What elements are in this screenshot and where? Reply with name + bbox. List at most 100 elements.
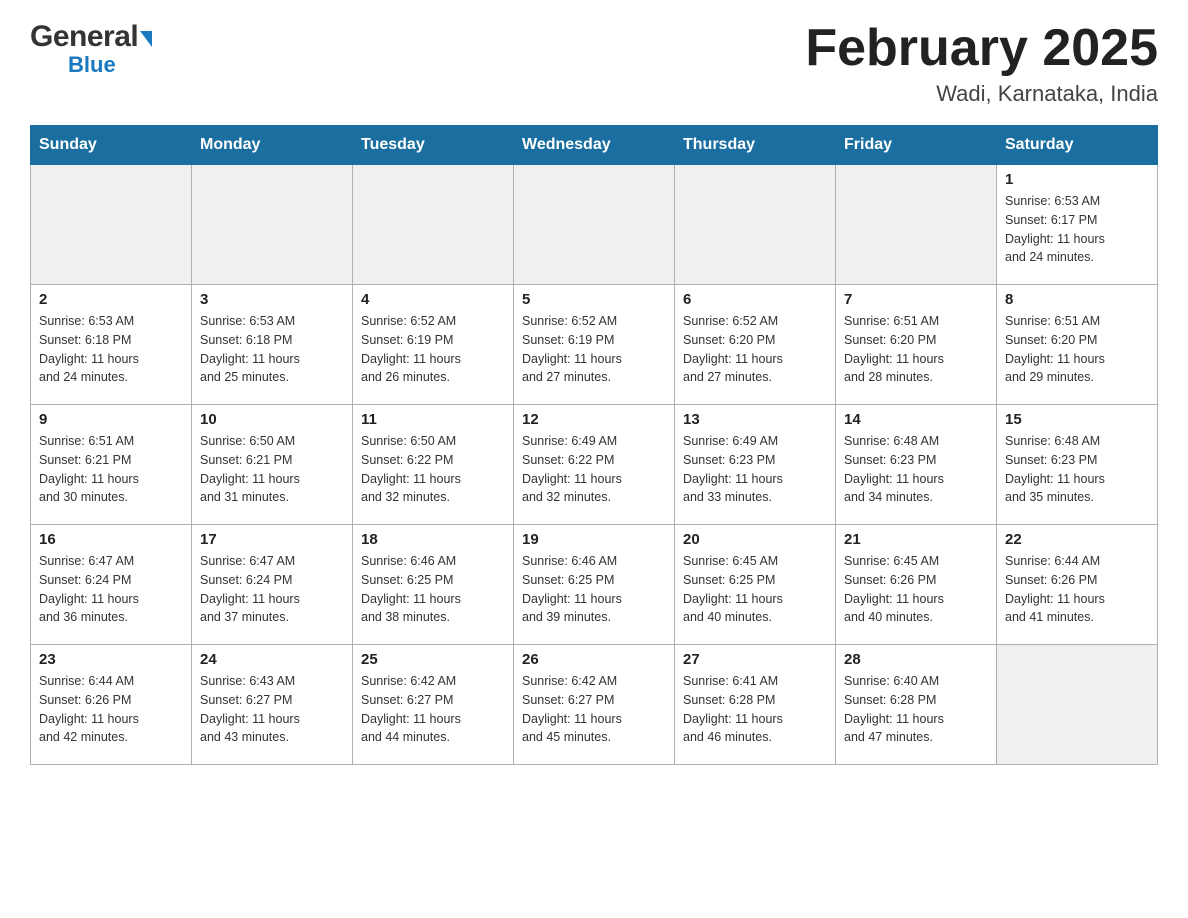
- calendar-cell: 11Sunrise: 6:50 AM Sunset: 6:22 PM Dayli…: [353, 405, 514, 525]
- calendar-cell: 4 Sunrise: 6:52 AM Sunset: 6:19 PM Daylig…: [353, 285, 514, 405]
- day-info: Sunrise: 6:46 AM Sunset: 6:25 PM Dayligh…: [522, 552, 666, 627]
- day-number: 16: [39, 531, 183, 548]
- day-info: Sunrise: 6:51 AM Sunset: 6:21 PM Dayligh…: [39, 432, 183, 507]
- calendar-cell: 22 Sunrise: 6:44 AM Sunset: 6:26 PM Dayli…: [997, 525, 1158, 645]
- day-info: Sunrise: 6:41 AM Sunset: 6:28 PM Dayligh…: [683, 672, 827, 747]
- calendar-cell: 24 Sunrise: 6:43 AM Sunset: 6:27 PM Dayli…: [192, 645, 353, 765]
- day-info: Sunrise: 6:49 AM Sunset: 6:23 PM Dayligh…: [683, 432, 827, 507]
- title-block: February 2025 Wadi, Karnataka, India: [805, 20, 1158, 107]
- day-number: 21: [844, 531, 988, 548]
- day-number: 17: [200, 531, 344, 548]
- day-info: Sunrise: 6:40 AM Sunset: 6:28 PM Dayligh…: [844, 672, 988, 747]
- day-info: Sunrise: 6:47 AM Sunset: 6:24 PM Dayligh…: [39, 552, 183, 627]
- weekday-header-wednesday: Wednesday: [514, 126, 675, 165]
- location-subtitle: Wadi, Karnataka, India: [805, 81, 1158, 107]
- calendar-cell: 12 Sunrise: 6:49 AM Sunset: 6:22 PM Dayli…: [514, 405, 675, 525]
- day-info: Sunrise: 6:53 AM Sunset: 6:17 PM Dayligh…: [1005, 192, 1149, 267]
- calendar-cell: 15Sunrise: 6:48 AM Sunset: 6:23 PM Dayli…: [997, 405, 1158, 525]
- calendar-cell: [836, 165, 997, 285]
- logo: General Blue: [30, 20, 152, 78]
- day-number: 13: [683, 411, 827, 428]
- day-number: 3: [200, 291, 344, 308]
- calendar-cell: 27 Sunrise: 6:41 AM Sunset: 6:28 PM Dayli…: [675, 645, 836, 765]
- calendar-cell: 18 Sunrise: 6:46 AM Sunset: 6:25 PM Dayli…: [353, 525, 514, 645]
- weekday-header-saturday: Saturday: [997, 126, 1158, 165]
- calendar-cell: 6 Sunrise: 6:52 AM Sunset: 6:20 PM Daylig…: [675, 285, 836, 405]
- day-number: 14: [844, 411, 988, 428]
- calendar-table: SundayMondayTuesdayWednesdayThursdayFrid…: [30, 125, 1158, 765]
- weekday-header-monday: Monday: [192, 126, 353, 165]
- day-info: Sunrise: 6:43 AM Sunset: 6:27 PM Dayligh…: [200, 672, 344, 747]
- day-info: Sunrise: 6:53 AM Sunset: 6:18 PM Dayligh…: [39, 312, 183, 387]
- calendar-header-row: SundayMondayTuesdayWednesdayThursdayFrid…: [31, 126, 1158, 165]
- day-info: Sunrise: 6:42 AM Sunset: 6:27 PM Dayligh…: [522, 672, 666, 747]
- calendar-cell: 3 Sunrise: 6:53 AM Sunset: 6:18 PM Daylig…: [192, 285, 353, 405]
- day-number: 9: [39, 411, 183, 428]
- day-number: 8: [1005, 291, 1149, 308]
- logo-blue-text: Blue: [68, 52, 116, 78]
- day-info: Sunrise: 6:47 AM Sunset: 6:24 PM Dayligh…: [200, 552, 344, 627]
- day-number: 1: [1005, 171, 1149, 188]
- day-info: Sunrise: 6:44 AM Sunset: 6:26 PM Dayligh…: [39, 672, 183, 747]
- calendar-cell: 17 Sunrise: 6:47 AM Sunset: 6:24 PM Dayli…: [192, 525, 353, 645]
- calendar-cell: 1 Sunrise: 6:53 AM Sunset: 6:17 PM Daylig…: [997, 165, 1158, 285]
- calendar-cell: 10 Sunrise: 6:50 AM Sunset: 6:21 PM Dayli…: [192, 405, 353, 525]
- calendar-cell: [514, 165, 675, 285]
- calendar-cell: 14 Sunrise: 6:48 AM Sunset: 6:23 PM Dayli…: [836, 405, 997, 525]
- day-number: 25: [361, 651, 505, 668]
- logo-general-text: General: [30, 20, 138, 54]
- calendar-cell: [997, 645, 1158, 765]
- day-info: Sunrise: 6:44 AM Sunset: 6:26 PM Dayligh…: [1005, 552, 1149, 627]
- weekday-header-tuesday: Tuesday: [353, 126, 514, 165]
- day-number: 27: [683, 651, 827, 668]
- day-info: Sunrise: 6:42 AM Sunset: 6:27 PM Dayligh…: [361, 672, 505, 747]
- day-info: Sunrise: 6:53 AM Sunset: 6:18 PM Dayligh…: [200, 312, 344, 387]
- day-info: Sunrise: 6:48 AM Sunset: 6:23 PM Dayligh…: [844, 432, 988, 507]
- calendar-week-row: 16 Sunrise: 6:47 AM Sunset: 6:24 PM Dayli…: [31, 525, 1158, 645]
- calendar-cell: 20 Sunrise: 6:45 AM Sunset: 6:25 PM Dayli…: [675, 525, 836, 645]
- day-number: 12: [522, 411, 666, 428]
- calendar-cell: 16 Sunrise: 6:47 AM Sunset: 6:24 PM Dayli…: [31, 525, 192, 645]
- page-header: General Blue February 2025 Wadi, Karnata…: [30, 20, 1158, 107]
- calendar-cell: 9 Sunrise: 6:51 AM Sunset: 6:21 PM Daylig…: [31, 405, 192, 525]
- day-info: Sunrise: 6:52 AM Sunset: 6:19 PM Dayligh…: [361, 312, 505, 387]
- calendar-cell: 8Sunrise: 6:51 AM Sunset: 6:20 PM Daylig…: [997, 285, 1158, 405]
- calendar-cell: [675, 165, 836, 285]
- calendar-cell: 26 Sunrise: 6:42 AM Sunset: 6:27 PM Dayli…: [514, 645, 675, 765]
- day-info: Sunrise: 6:52 AM Sunset: 6:19 PM Dayligh…: [522, 312, 666, 387]
- calendar-week-row: 2Sunrise: 6:53 AM Sunset: 6:18 PM Daylig…: [31, 285, 1158, 405]
- day-info: Sunrise: 6:46 AM Sunset: 6:25 PM Dayligh…: [361, 552, 505, 627]
- day-number: 26: [522, 651, 666, 668]
- day-number: 24: [200, 651, 344, 668]
- calendar-cell: [353, 165, 514, 285]
- day-number: 4: [361, 291, 505, 308]
- day-number: 19: [522, 531, 666, 548]
- day-number: 22: [1005, 531, 1149, 548]
- month-title: February 2025: [805, 20, 1158, 77]
- day-number: 10: [200, 411, 344, 428]
- calendar-cell: [192, 165, 353, 285]
- calendar-cell: 21 Sunrise: 6:45 AM Sunset: 6:26 PM Dayli…: [836, 525, 997, 645]
- calendar-cell: [31, 165, 192, 285]
- logo-triangle-icon: [140, 31, 152, 47]
- calendar-cell: 2Sunrise: 6:53 AM Sunset: 6:18 PM Daylig…: [31, 285, 192, 405]
- day-info: Sunrise: 6:49 AM Sunset: 6:22 PM Dayligh…: [522, 432, 666, 507]
- day-number: 20: [683, 531, 827, 548]
- day-info: Sunrise: 6:51 AM Sunset: 6:20 PM Dayligh…: [844, 312, 988, 387]
- day-info: Sunrise: 6:45 AM Sunset: 6:25 PM Dayligh…: [683, 552, 827, 627]
- day-number: 28: [844, 651, 988, 668]
- day-number: 18: [361, 531, 505, 548]
- day-info: Sunrise: 6:45 AM Sunset: 6:26 PM Dayligh…: [844, 552, 988, 627]
- calendar-cell: 13 Sunrise: 6:49 AM Sunset: 6:23 PM Dayli…: [675, 405, 836, 525]
- day-info: Sunrise: 6:50 AM Sunset: 6:22 PM Dayligh…: [361, 432, 505, 507]
- weekday-header-friday: Friday: [836, 126, 997, 165]
- calendar-cell: 7 Sunrise: 6:51 AM Sunset: 6:20 PM Daylig…: [836, 285, 997, 405]
- calendar-cell: 25 Sunrise: 6:42 AM Sunset: 6:27 PM Dayli…: [353, 645, 514, 765]
- day-info: Sunrise: 6:50 AM Sunset: 6:21 PM Dayligh…: [200, 432, 344, 507]
- day-number: 7: [844, 291, 988, 308]
- weekday-header-sunday: Sunday: [31, 126, 192, 165]
- day-info: Sunrise: 6:52 AM Sunset: 6:20 PM Dayligh…: [683, 312, 827, 387]
- calendar-cell: 23Sunrise: 6:44 AM Sunset: 6:26 PM Dayli…: [31, 645, 192, 765]
- day-number: 5: [522, 291, 666, 308]
- day-number: 6: [683, 291, 827, 308]
